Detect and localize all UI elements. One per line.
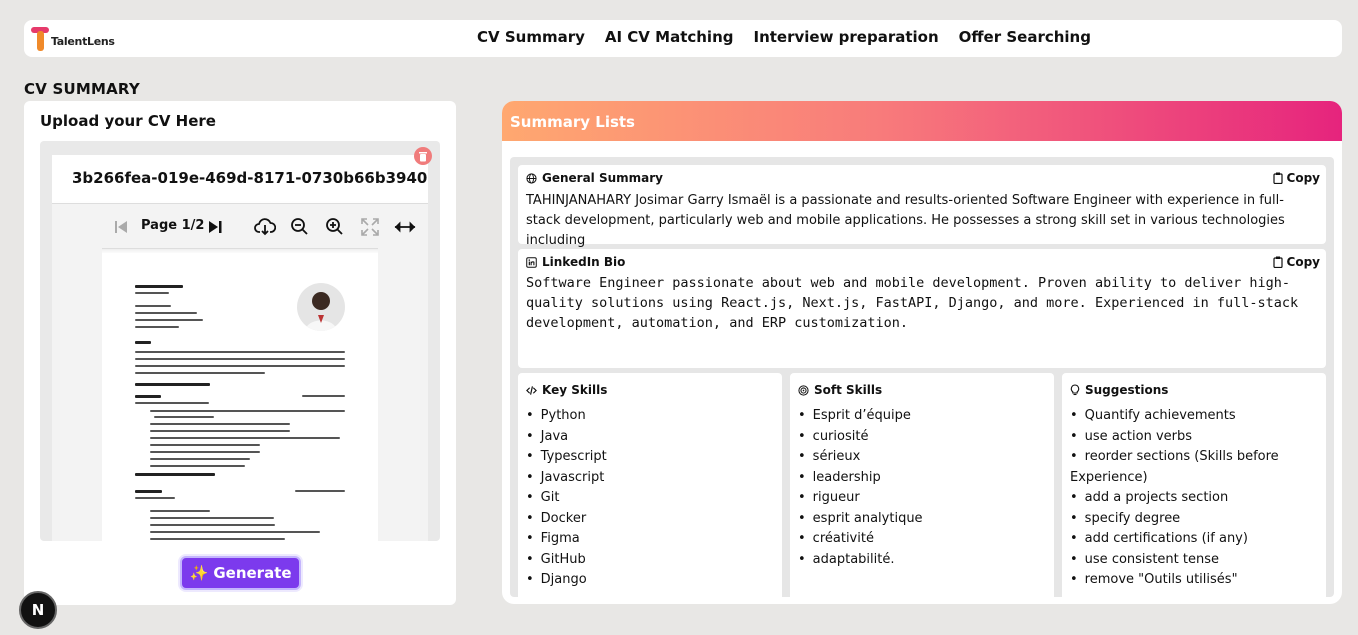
profile-photo [297, 283, 345, 331]
zoom-in-icon[interactable] [324, 216, 346, 238]
copy-general-summary-button[interactable]: Copy [1272, 171, 1320, 185]
pdf-margin [52, 245, 102, 541]
globe-icon [526, 172, 537, 184]
list-item: Git [526, 488, 776, 509]
pdf-margin [378, 245, 428, 541]
summary-card: Summary Lists General Summary Copy TAHIN… [502, 101, 1342, 604]
soft-skills-box: Soft Skills Esprit d’équipe curiosité sé… [790, 373, 1054, 597]
soft-skills-heading: Soft Skills [798, 383, 882, 397]
list-item: leadership [798, 468, 1048, 489]
nav-link-cv-summary[interactable]: CV Summary [477, 28, 585, 46]
list-item: rigueur [798, 488, 1048, 509]
suggestions-list: Quantify achievements use action verbs r… [1070, 406, 1320, 591]
code-icon [526, 385, 537, 395]
key-skills-box: Key Skills Python Java Typescript Javasc… [518, 373, 782, 597]
soft-skills-title: Soft Skills [814, 383, 883, 397]
delete-file-button[interactable] [414, 147, 432, 165]
key-skills-list: Python Java Typescript Javascript Git Do… [526, 406, 776, 591]
app-logo[interactable]: TalentLens [31, 27, 115, 51]
copy-label: Copy [1286, 171, 1320, 185]
nav-link-interview-preparation[interactable]: Interview preparation [754, 28, 939, 46]
nav-link-offer-searching[interactable]: Offer Searching [959, 28, 1091, 46]
logo-mark-icon [31, 27, 49, 51]
pdf-page-preview [102, 253, 378, 541]
list-item: reorder sections (Skills before Experien… [1070, 447, 1320, 488]
list-item: GitHub [526, 550, 776, 571]
target-icon [798, 384, 809, 396]
list-item: remove "Outils utilisés" [1070, 570, 1320, 591]
linkedin-icon [526, 256, 537, 268]
list-item: esprit analytique [798, 509, 1048, 530]
first-page-icon[interactable] [110, 216, 132, 238]
list-item: Quantify achievements [1070, 406, 1320, 427]
fit-width-icon[interactable] [394, 216, 416, 238]
upload-title: Upload your CV Here [40, 112, 216, 130]
page-indicator: Page 1/2 [141, 218, 205, 233]
download-icon[interactable] [254, 216, 276, 238]
list-item: sérieux [798, 447, 1048, 468]
upload-card: Upload your CV Here 3b266fea-019e-469d-8… [24, 101, 456, 605]
nextjs-dev-badge[interactable]: N [19, 591, 57, 629]
generate-button[interactable]: ✨ Generate [180, 556, 301, 590]
linkedin-bio-text: Software Engineer passionate about web a… [526, 275, 1299, 331]
list-item: créativité [798, 529, 1048, 550]
list-item: Figma [526, 529, 776, 550]
linkedin-bio-box: LinkedIn Bio Copy Software Engineer pass… [518, 249, 1326, 368]
list-item: specify degree [1070, 509, 1320, 530]
soft-skills-list: Esprit d’équipe curiosité sérieux leader… [798, 406, 1048, 570]
list-item: Django [526, 570, 776, 591]
pdf-viewer: 3b266fea-019e-469d-8171-0730b66b3940 Pag… [52, 155, 428, 541]
list-item: Python [526, 406, 776, 427]
list-item: Javascript [526, 468, 776, 489]
summary-header: Summary Lists [502, 101, 1342, 141]
linkedin-bio-title: LinkedIn Bio [542, 255, 626, 269]
suggestions-box: Suggestions Quantify achievements use ac… [1062, 373, 1326, 597]
list-item: Typescript [526, 447, 776, 468]
list-item: use action verbs [1070, 427, 1320, 448]
list-item: curiosité [798, 427, 1048, 448]
nav-links: CV Summary AI CV Matching Interview prep… [477, 28, 1091, 46]
general-summary-title: General Summary [542, 171, 664, 185]
suggestions-heading: Suggestions [1070, 383, 1168, 397]
file-name: 3b266fea-019e-469d-8171-0730b66b3940 [72, 169, 428, 187]
trash-icon [419, 151, 427, 161]
linkedin-bio-heading: LinkedIn Bio [526, 255, 625, 269]
logo-text: TalentLens [51, 35, 115, 48]
top-navbar: TalentLens CV Summary AI CV Matching Int… [24, 20, 1342, 57]
key-skills-heading: Key Skills [526, 383, 607, 397]
copy-linkedin-bio-button[interactable]: Copy [1272, 255, 1320, 269]
list-item: add a projects section [1070, 488, 1320, 509]
list-item: Java [526, 427, 776, 448]
zoom-out-icon[interactable] [289, 216, 311, 238]
suggestions-title: Suggestions [1085, 383, 1169, 397]
general-summary-heading: General Summary [526, 171, 663, 185]
key-skills-title: Key Skills [542, 383, 608, 397]
clipboard-icon [1272, 172, 1283, 184]
copy-label: Copy [1286, 255, 1320, 269]
clipboard-icon [1272, 256, 1283, 268]
general-summary-box: General Summary Copy TAHINJANAHARY Josim… [518, 165, 1326, 248]
last-page-icon[interactable] [204, 216, 226, 238]
cv-preview: 3b266fea-019e-469d-8171-0730b66b3940 Pag… [40, 141, 440, 541]
fullscreen-icon[interactable] [359, 216, 381, 238]
list-item: Docker [526, 509, 776, 530]
nav-link-ai-cv-matching[interactable]: AI CV Matching [605, 28, 734, 46]
list-item: adaptabilité. [798, 550, 1048, 571]
list-item: use consistent tense [1070, 550, 1320, 571]
list-item: Esprit d’équipe [798, 406, 1048, 427]
page-title: CV SUMMARY [24, 80, 140, 98]
lightbulb-icon [1070, 384, 1080, 396]
general-summary-text: TAHINJANAHARY Josimar Garry Ismaël is a … [526, 193, 1285, 248]
list-item: add certifications (if any) [1070, 529, 1320, 550]
summary-body: General Summary Copy TAHINJANAHARY Josim… [510, 157, 1334, 597]
pdf-toolbar: Page 1/2 [52, 203, 428, 249]
